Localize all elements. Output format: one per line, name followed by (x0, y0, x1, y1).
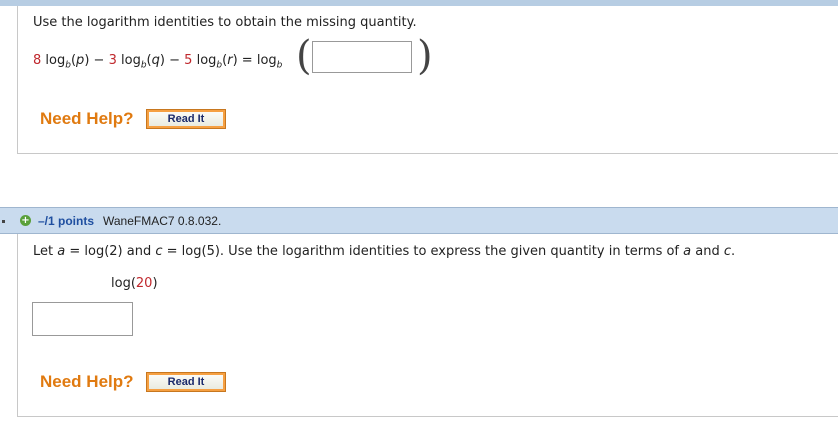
read-it-button-2[interactable]: Read It (146, 372, 226, 392)
need-help-label: Need Help? (40, 109, 134, 128)
question-1-prompt: Use the logarithm identities to obtain t… (33, 15, 417, 30)
coefficient-5: 5 (184, 53, 193, 68)
given-quantity: log(20) (111, 276, 158, 291)
question-2-panel (17, 234, 838, 417)
log-equation: 8 logb(p) − 3 logb(q) − 5 logb(r) = logb (33, 53, 283, 71)
right-parenthesis: ) (417, 33, 433, 79)
read-it-label-2: Read It (149, 375, 223, 389)
question-id: WaneFMAC7 0.8.032. (103, 214, 222, 228)
read-it-label: Read It (149, 112, 223, 126)
coefficient-3: 3 (108, 53, 117, 68)
points-label: –/1 points (38, 214, 95, 228)
read-it-button[interactable]: Read It (146, 109, 226, 129)
left-parenthesis: ( (296, 33, 312, 79)
bullet-icon (2, 220, 5, 223)
question-2-prompt: Let a = log(2) and c = log(5). Use the l… (33, 244, 736, 259)
need-help-label-2: Need Help? (40, 372, 134, 391)
missing-quantity-input[interactable] (312, 41, 412, 73)
plus-circle-icon[interactable]: + (20, 215, 31, 226)
answer-input[interactable] (32, 302, 133, 336)
question-2-header: + –/1 points WaneFMAC7 0.8.032. (0, 207, 838, 234)
coefficient-8: 8 (33, 53, 42, 68)
